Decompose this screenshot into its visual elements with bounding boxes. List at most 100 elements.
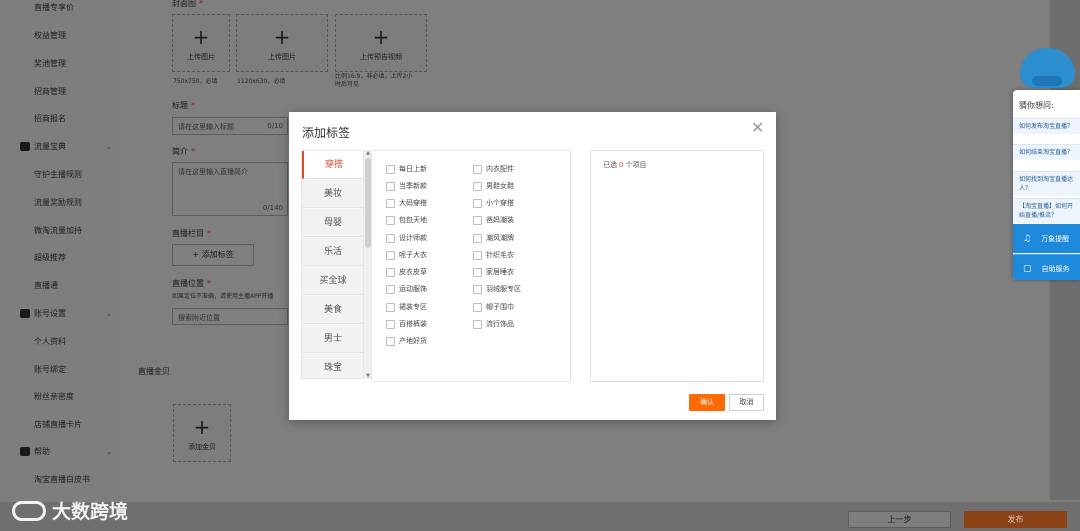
checkbox-option[interactable]: 羽绒服专区 [473,284,521,294]
sidebar-item-whitepaper[interactable]: 淘宝直播白皮书 [34,474,90,485]
checkbox-option[interactable]: 裙装专区 [386,302,427,312]
sidebar-item-account-binding[interactable]: 账号绑定 [34,364,66,375]
sidebar-item-live-price[interactable]: 直播专享价 [34,2,74,13]
checkbox-icon [473,233,482,243]
intro-label: 简介 * [172,147,195,156]
category-tabs: 穿搭 美妆 母婴 乐活 买全球 美食 男士 珠宝 [301,150,364,379]
checkbox-option[interactable]: 皮衣皮草 [386,267,427,277]
checkbox-option[interactable]: 百搭裤装 [386,319,427,329]
checkbox-icon [473,267,482,277]
tab-beauty[interactable]: 美妆 [302,180,363,208]
checkbox-option[interactable]: 当季新款 [386,181,427,191]
upload-label: 上传预告视频 [360,53,402,61]
checkbox-option[interactable]: 家居睡衣 [473,267,514,277]
sidebar-item-traffic-rewards[interactable]: 流量奖励规则 [34,197,82,208]
tab-global[interactable]: 买全球 [302,267,363,295]
sidebar-section-traffic[interactable]: 流量宝典 ⌄ [20,141,112,152]
checkbox-icon [473,164,482,174]
checkbox-option[interactable]: 帽子围巾 [473,302,514,312]
chat-icon: ▢ [1023,264,1032,274]
sidebar-item-guard-rules[interactable]: 守护主播规则 [34,169,82,180]
checkbox-option[interactable]: 潮风潮牌 [473,233,514,243]
help-question[interactable]: 【淘宝直播】如何开始直播/推流？ [1013,198,1080,223]
sidebar-item-profile[interactable]: 个人资料 [34,336,66,347]
add-tag-button[interactable]: + 添加标签 [172,244,254,266]
watermark: 大数跨境 [12,497,128,524]
location-search-input[interactable]: 搜索附近位置 [172,308,288,325]
checkbox-option[interactable]: 呢子大衣 [386,250,427,260]
confirm-button[interactable]: 确认 [689,394,725,411]
checkbox-icon [386,198,395,208]
sidebar-item-super-recommend[interactable]: 超级推荐 [34,252,66,263]
checkbox-option[interactable]: 爸妈潮装 [473,215,514,225]
checkbox-icon [386,302,395,312]
checkbox-option[interactable]: 男鞋女鞋 [473,181,514,191]
remind-button[interactable]: ♫ 万象提醒 [1013,224,1080,253]
tab-food[interactable]: 美食 [302,296,363,324]
gold-section-title: 直播金贝 [138,367,170,376]
self-service-button[interactable]: ▢ 自助服务 [1013,254,1080,280]
sidebar-section-label: 账号设置 [34,309,66,318]
selected-items-panel: 已选 0 个项目 [590,150,764,382]
remind-label: 万象提醒 [1041,234,1070,243]
traffic-icon [20,142,30,151]
checkbox-option[interactable]: 每日上新 [386,164,427,174]
intro-placeholder: 请在这里输入直播简介 [178,168,248,176]
upload-preview-video[interactable]: + 上传预告视频 [335,14,427,72]
upload-cover-16x9[interactable]: + 上传图片 [236,14,328,72]
sidebar-item-rights[interactable]: 权益管理 [34,30,66,41]
checkbox-icon [386,181,395,191]
sidebar-item-prize-pool[interactable]: 奖池管理 [34,58,66,69]
tabs-scrollbar[interactable]: ▲ ▼ [363,150,371,379]
help-question[interactable]: 如何发布淘宝直播？ [1013,118,1080,134]
checkbox-option[interactable]: 小个穿搭 [473,198,514,208]
checkbox-option[interactable]: 大码穿搭 [386,198,427,208]
title-input[interactable]: 请在这里输入标题 0/10 [172,117,288,135]
plus-icon: + [372,25,390,49]
sidebar-item-live-pass[interactable]: 直播通 [34,280,58,291]
checkbox-icon [473,284,482,294]
checkbox-option[interactable]: 设计师款 [386,233,427,243]
sidebar-item-shop-live-card[interactable]: 店铺直播卡片 [34,419,82,430]
tab-dress[interactable]: 穿搭 [302,151,363,179]
upload-hint: 时后可见 [335,81,360,88]
checkbox-icon [386,319,395,329]
add-tag-modal: 添加标签 ✕ 穿搭 美妆 母婴 乐活 买全球 美食 男士 珠宝 ▲ ▼ 每日上新… [289,112,776,420]
account-icon [20,309,30,318]
checkbox-option[interactable]: 包包天地 [386,215,427,225]
sidebar-section-help[interactable]: 帮助 ⌄ [20,446,112,457]
modal-title: 添加标签 [302,126,351,140]
title-counter: 0/10 [267,122,283,130]
cover-label: 封面图 * [172,0,203,8]
cancel-button[interactable]: 取消 [729,394,764,411]
intro-textarea[interactable]: 请在这里输入直播简介 0/140 [172,162,288,216]
add-gold-button[interactable]: + 添加金贝 [173,404,231,462]
chevron-down-icon: ⌄ [106,142,112,151]
sidebar-section-account[interactable]: 账号设置 ⌄ [20,308,112,319]
upload-hint: 750x750，必填 [173,78,218,85]
checkbox-option[interactable]: 产地好货 [386,336,427,346]
self-service-label: 自助服务 [1041,265,1070,273]
checkbox-option[interactable]: 针织毛衣 [473,250,514,260]
tab-baby[interactable]: 母婴 [302,209,363,237]
publish-button[interactable]: 发布 [964,511,1067,528]
location-label: 直播位置 * [172,279,211,288]
prev-step-button[interactable]: 上一步 [848,511,951,528]
tab-men[interactable]: 男士 [302,325,363,353]
help-widget: 猜你想问: 如何发布淘宝直播？ 如何结束淘宝直播？ 如何找到淘宝直播达人？ 【淘… [1013,90,1080,280]
checkbox-option[interactable]: 运动服饰 [386,284,427,294]
upload-cover-1x1[interactable]: + 上传图片 [172,14,230,72]
close-icon[interactable]: ✕ [751,120,764,136]
upload-label: 上传图片 [187,53,215,61]
sidebar-item-weitao-boost[interactable]: 微淘流量加持 [34,225,82,236]
help-question[interactable]: 如何结束淘宝直播？ [1013,144,1080,160]
tab-lifestyle[interactable]: 乐活 [302,238,363,266]
checkbox-icon [473,319,482,329]
sidebar-item-investment-signup[interactable]: 招商报名 [34,113,66,124]
sidebar-item-fan-intimacy[interactable]: 粉丝亲密度 [34,391,74,402]
tab-jewelry[interactable]: 珠宝 [302,354,363,378]
sidebar-item-investment[interactable]: 招商管理 [34,86,66,97]
checkbox-option[interactable]: 流行饰品 [473,319,514,329]
checkbox-option[interactable]: 内衣配件 [473,164,514,174]
help-question[interactable]: 如何找到淘宝直播达人？ [1013,171,1080,196]
